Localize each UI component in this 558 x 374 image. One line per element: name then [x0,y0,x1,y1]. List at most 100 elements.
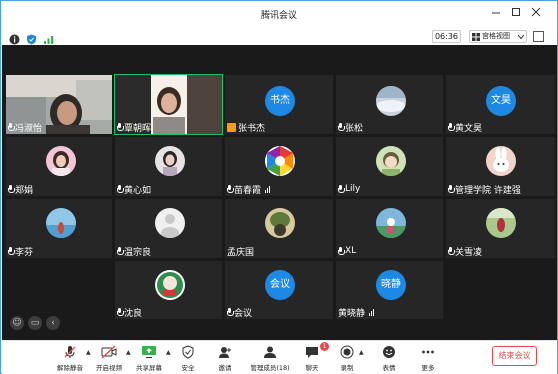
title-bar: 腾讯会议 [1,1,557,30]
participant-name: 管理学院 许建强 [455,185,521,196]
manage-members-button[interactable]: 管理成员(18) [250,344,290,374]
avatar [265,146,295,176]
avatar: 会议 [265,270,295,300]
reactions-button[interactable]: 表情 [377,344,401,374]
chevron-up-icon[interactable]: ▲ [86,349,91,356]
view-mode-button[interactable]: 宫格视图 [469,30,527,43]
avatar [155,146,185,176]
chevron-up-icon[interactable]: ▲ [126,349,131,356]
more-button[interactable]: 更多 [416,344,440,374]
video-tile[interactable]: 晓静 黄晓静 [335,260,444,320]
participant-label: 黄文昊 [448,121,483,134]
emoji-icon [377,344,401,360]
avatar [46,146,76,176]
record-icon [335,344,359,360]
video-tile[interactable]: 张松 [335,74,444,135]
avatar [376,146,406,176]
mic-muted-icon [448,185,455,193]
mic-icon [8,123,15,131]
video-tile[interactable]: Lily [335,136,444,197]
avatar [265,208,295,238]
info-icon[interactable] [9,30,20,45]
more-icon [416,344,440,360]
meeting-toolbar: 解除静音 ▲ 开启视频 ▲ 共享屏幕 ▲ 安全 邀请 管理成员(18) 1 聊天… [2,340,557,374]
security-button[interactable]: 安全 [176,344,200,374]
participant-name: 苗春霞 [234,185,262,196]
video-tile[interactable]: 文昊 黄文昊 [445,74,556,135]
mic-muted-icon [8,185,15,193]
mic-off-icon [54,344,86,360]
video-tile[interactable]: XL [335,198,444,259]
avatar [376,208,406,238]
video-tile[interactable]: 郑娟 [5,136,113,197]
participant-name: 温宗良 [124,247,152,258]
video-tile[interactable]: 黄心如 [114,136,223,197]
video-tile[interactable]: 沈良 [114,260,223,320]
participant-name: 会议 [234,308,253,319]
video-tile[interactable]: 孟庆国 [224,198,334,259]
start-video-button[interactable]: 开启视频 [93,344,125,374]
video-tile[interactable]: 冯淑怡 [5,74,113,135]
avatar [155,270,185,300]
participant-label: XL [338,245,356,257]
chat-badge: 1 [320,342,329,351]
avatar: 书杰 [265,86,295,116]
security-label: 安全 [181,364,195,372]
participant-name: 黄文昊 [455,123,483,134]
invite-button[interactable]: 邀请 [213,344,237,374]
chat-button[interactable]: 1 聊天 [300,342,329,374]
video-tile[interactable]: 温宗良 [114,198,223,259]
invite-icon [213,344,237,360]
audio-level-icon [265,185,271,193]
mic-muted-icon [448,247,455,255]
participant-label: 管理学院 许建强 [448,183,521,196]
unmute-button[interactable]: 解除静音 [54,344,86,374]
participant-name: 张松 [345,123,364,134]
video-grid: 冯淑怡 覃朝晖 书杰 张书杰 张松 文昊 黄文昊 郑娟 黄心如 苗春霞 Lily… [2,45,557,340]
avatar [376,86,406,116]
participant-label: 苗春霞 [227,183,271,196]
signal-icon[interactable] [43,30,54,44]
mic-muted-icon [117,247,124,255]
video-tile-active[interactable]: 覃朝晖 [114,74,223,135]
video-tile[interactable]: 苗春霞 [224,136,334,197]
participant-label: 黄晓静 [338,306,375,319]
mic-muted-icon [8,247,15,255]
close-icon[interactable] [529,7,543,21]
minimize-icon[interactable] [489,7,503,21]
video-tile[interactable]: 书杰 张书杰 [224,74,334,135]
fullscreen-icon[interactable] [533,31,544,42]
video-tile[interactable]: 管理学院 许建强 [445,136,556,197]
mic-muted-icon [338,247,345,255]
mic-muted-icon [117,308,124,316]
participant-name: 黄心如 [124,185,152,196]
shield-icon [176,344,200,360]
participant-label: 孟庆国 [227,245,254,258]
video-tile[interactable]: 关雪凌 [445,198,556,259]
participant-label: 关雪凌 [448,245,483,258]
record-button[interactable]: 录制 [335,344,359,374]
end-meeting-button[interactable]: 结束会议 [492,346,537,366]
share-screen-button[interactable]: 共享屏幕 [133,344,165,374]
video-tile[interactable]: 李芬 [5,198,113,259]
record-label: 录制 [340,364,354,372]
participant-name: Lily [345,184,361,194]
participant-name: 冯淑怡 [15,123,43,134]
share-label: 共享屏幕 [136,364,162,372]
participant-label: 会议 [227,306,253,319]
participant-name: 关雪凌 [455,247,483,258]
chevron-up-icon[interactable]: ▲ [359,349,364,356]
video-label: 开启视频 [96,364,122,372]
shield-icon[interactable] [26,30,37,45]
participant-label: 张松 [338,121,364,134]
mic-muted-icon [117,185,124,193]
video-tile[interactable]: 会议 会议 [224,260,334,320]
maximize-icon[interactable] [509,7,523,21]
emoji-icon[interactable]: ☺ [10,316,24,330]
caption-icon[interactable]: ▭ [28,316,42,330]
chevron-up-icon[interactable]: ▲ [166,349,171,356]
mic-icon [117,123,124,131]
members-icon [250,344,290,360]
collapse-left-icon[interactable]: ‹ [46,316,60,330]
view-mode-label: 宫格视图 [482,32,510,40]
